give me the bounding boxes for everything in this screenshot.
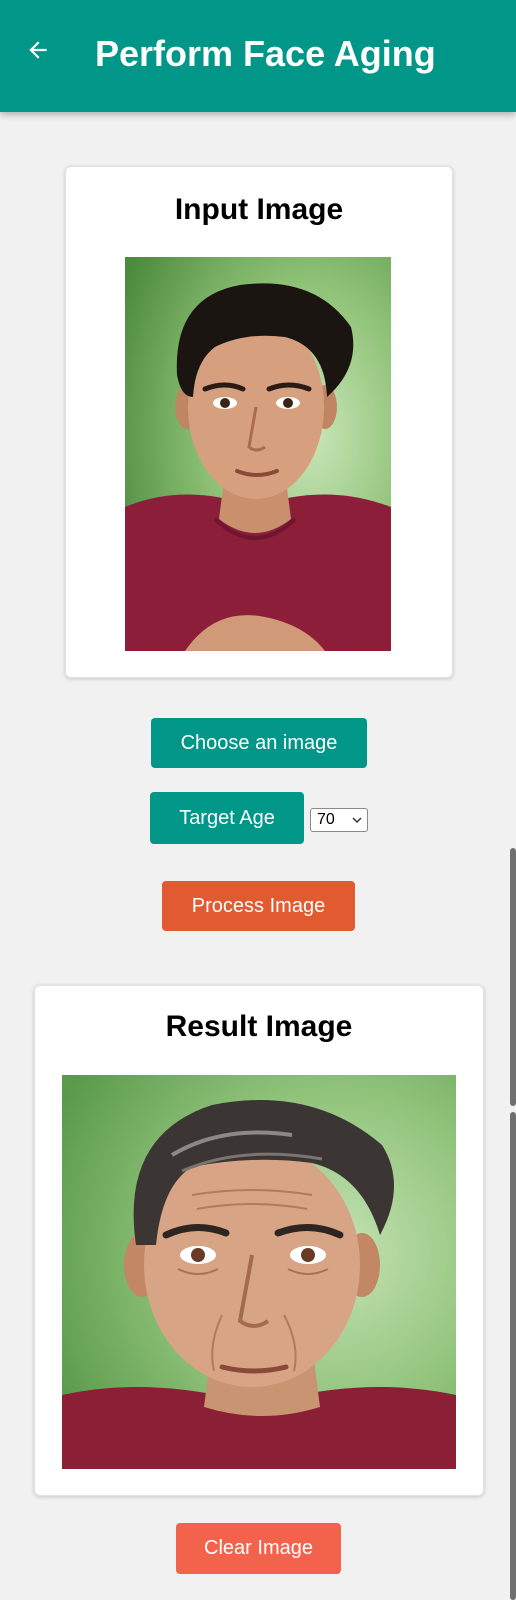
input-image-card: Input Image xyxy=(65,166,453,678)
scrollbar-track-lower[interactable] xyxy=(510,1112,516,1600)
target-age-button[interactable]: Target Age xyxy=(150,792,304,844)
choose-image-button[interactable]: Choose an image xyxy=(151,718,367,768)
app-bar: Perform Face Aging xyxy=(0,0,516,112)
result-image-title: Result Image xyxy=(165,1010,353,1043)
input-photo xyxy=(125,257,391,651)
scrollbar-track-upper[interactable] xyxy=(510,848,516,1106)
process-image-button[interactable]: Process Image xyxy=(162,881,355,931)
result-image-card: Result Image xyxy=(34,985,484,1496)
page-title: Perform Face Aging xyxy=(95,33,436,74)
target-age-select[interactable]: 70 xyxy=(310,808,368,832)
back-button[interactable] xyxy=(18,30,58,70)
result-photo xyxy=(62,1075,456,1469)
clear-image-button[interactable]: Clear Image xyxy=(176,1523,341,1574)
chevron-down-icon xyxy=(352,817,362,824)
input-image-title: Input Image xyxy=(174,193,344,226)
arrow-left-icon xyxy=(29,41,47,59)
target-age-value: 70 xyxy=(317,811,335,828)
